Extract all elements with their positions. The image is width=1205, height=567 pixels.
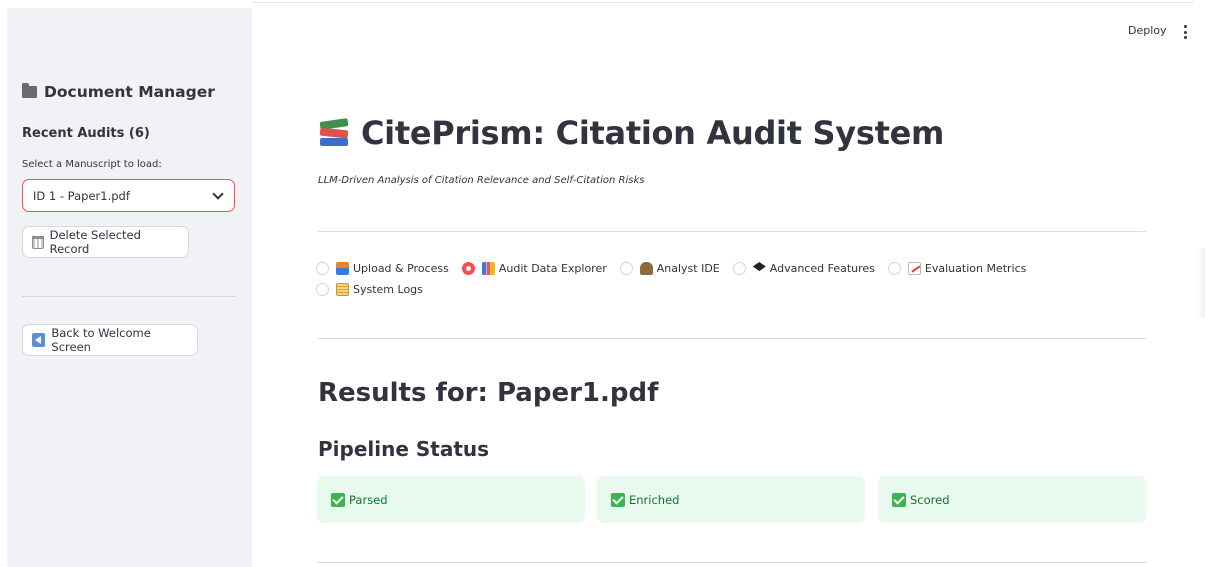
nav-option-system-logs[interactable]: System Logs — [316, 283, 423, 296]
folder-icon — [22, 83, 37, 98]
radio-button-selected[interactable] — [461, 262, 475, 275]
pipeline-status-enriched: Enriched — [597, 476, 865, 523]
nav-option-upload[interactable]: Upload & Process — [316, 262, 449, 275]
nav-option-audit-explorer[interactable]: Audit Data Explorer — [461, 262, 607, 275]
nav-option-label: Audit Data Explorer — [498, 262, 607, 275]
nav-option-analyst-ide[interactable]: Analyst IDE — [619, 262, 720, 275]
upload-icon — [336, 262, 349, 275]
nav-option-label: Analyst IDE — [656, 262, 720, 275]
back-arrow-icon — [32, 333, 46, 347]
radio-button[interactable] — [316, 262, 329, 275]
scroll-edge-shadow — [1196, 248, 1205, 318]
check-mark-icon — [331, 492, 345, 507]
nav-option-label: Evaluation Metrics — [924, 262, 1027, 275]
logs-icon — [336, 283, 349, 296]
status-label: Scored — [910, 492, 950, 507]
divider — [318, 338, 1146, 339]
radio-button[interactable] — [732, 262, 746, 275]
graduation-cap-icon — [752, 262, 766, 272]
nav-option-advanced-features[interactable]: Advanced Features — [732, 262, 875, 275]
delete-record-label: Delete Selected Record — [49, 228, 141, 256]
radio-button[interactable] — [619, 262, 633, 275]
nav-option-label: System Logs — [353, 283, 423, 296]
deploy-button[interactable]: Deploy — [1128, 24, 1167, 37]
pipeline-status-scored: Scored — [878, 476, 1146, 523]
results-heading: Results for: Paper1.pdf — [318, 378, 659, 408]
recent-audits-heading: Recent Audits (6) — [22, 126, 150, 141]
nav-option-label: Upload & Process — [353, 262, 449, 275]
manuscript-select[interactable]: ID 1 - Paper1.pdf — [22, 179, 235, 212]
delete-record-button[interactable]: Delete Selected Record — [22, 226, 189, 258]
radio-button[interactable] — [316, 283, 329, 296]
sidebar-header: Document Manager — [22, 83, 215, 101]
status-label: Enriched — [629, 492, 680, 507]
select-manuscript-label: Select a Manuscript to load: — [22, 159, 162, 170]
radio-button[interactable] — [887, 262, 901, 275]
divider — [318, 562, 1146, 563]
check-mark-icon — [611, 492, 625, 507]
top-divider — [252, 2, 1194, 3]
pipeline-status-heading: Pipeline Status — [318, 437, 490, 461]
trend-chart-icon — [907, 262, 921, 275]
sidebar-header-label: Document Manager — [44, 83, 215, 101]
pipeline-status-parsed: Parsed — [317, 476, 585, 523]
page-title: CitePrism: Citation Audit System — [361, 114, 945, 152]
page-subtitle: LLM-Driven Analysis of Citation Relevanc… — [318, 175, 645, 186]
nav-option-evaluation-metrics[interactable]: Evaluation Metrics — [887, 262, 1027, 275]
bar-chart-icon — [481, 262, 495, 275]
status-label: Parsed — [349, 492, 388, 507]
sidebar: Document Manager Recent Audits (6) Selec… — [7, 8, 252, 567]
check-mark-icon — [892, 492, 906, 507]
wastebasket-icon — [32, 235, 44, 249]
main-menu-icon[interactable] — [1182, 25, 1188, 39]
manuscript-select-value: ID 1 - Paper1.pdf — [33, 188, 130, 203]
back-to-welcome-label: Back to Welcome Screen — [51, 326, 151, 354]
sidebar-divider — [22, 296, 235, 297]
chevron-down-icon — [212, 187, 224, 200]
books-icon — [318, 118, 350, 150]
nav-option-label: Advanced Features — [769, 262, 875, 275]
detective-icon — [639, 262, 653, 275]
back-to-welcome-button[interactable]: Back to Welcome Screen — [22, 324, 198, 356]
divider — [318, 231, 1146, 232]
nav-radio-group: Upload & Process Audit Data Explorer Ana… — [316, 262, 1039, 275]
nav-radio-group-row2: System Logs — [316, 283, 436, 296]
